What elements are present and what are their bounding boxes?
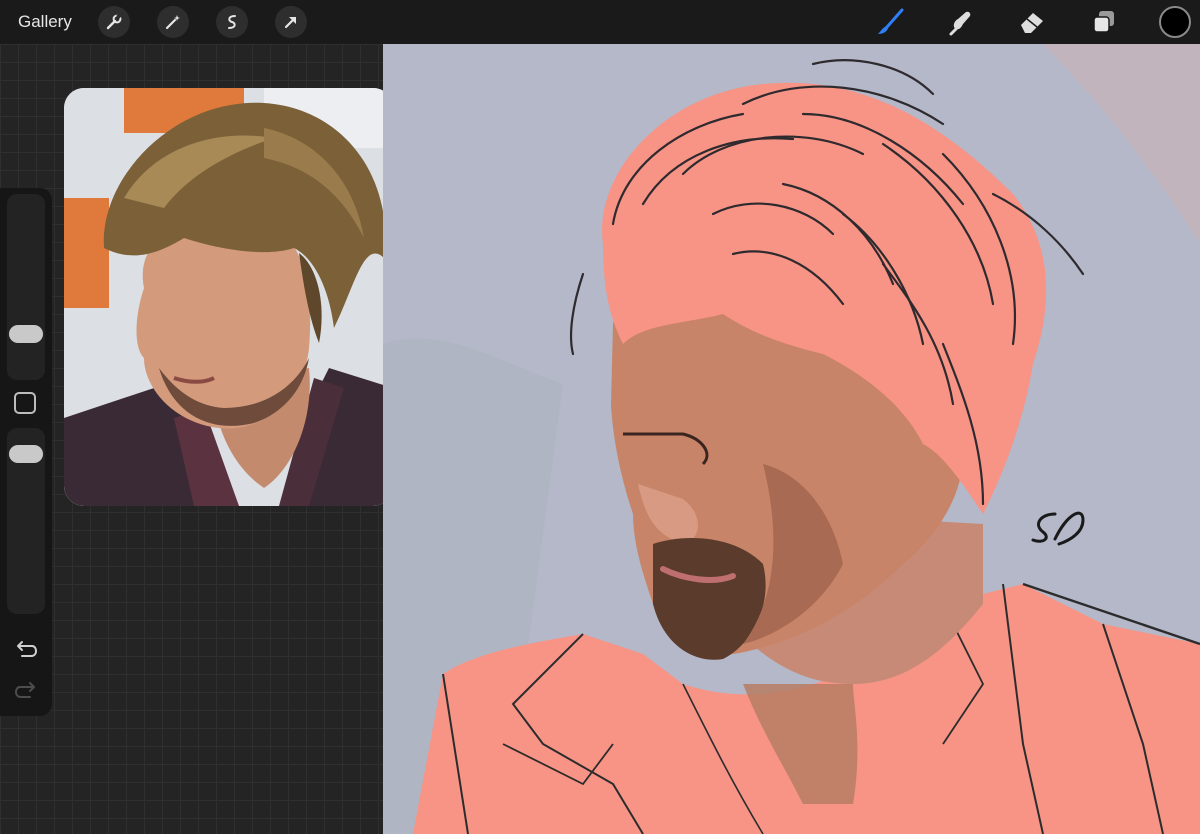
redo-icon[interactable]	[13, 679, 39, 701]
brush-size-slider[interactable]	[7, 194, 45, 380]
selection-icon[interactable]	[216, 6, 248, 38]
brush-icon[interactable]	[874, 6, 906, 38]
opacity-thumb[interactable]	[9, 445, 43, 463]
wrench-icon[interactable]	[98, 6, 130, 38]
gallery-button[interactable]: Gallery	[18, 12, 72, 32]
smudge-icon[interactable]	[945, 6, 977, 38]
color-well[interactable]	[1159, 6, 1191, 38]
reference-photo[interactable]	[64, 88, 393, 506]
layers-icon[interactable]	[1088, 6, 1120, 38]
drawing-canvas[interactable]	[383, 44, 1200, 834]
undo-icon[interactable]	[13, 638, 39, 660]
magic-wand-icon[interactable]	[157, 6, 189, 38]
modify-button[interactable]	[14, 392, 36, 414]
brush-size-thumb[interactable]	[9, 325, 43, 343]
eraser-icon[interactable]	[1016, 6, 1048, 38]
transform-arrow-icon[interactable]	[275, 6, 307, 38]
sidebar	[0, 188, 52, 716]
top-toolbar: Gallery	[0, 0, 1200, 44]
